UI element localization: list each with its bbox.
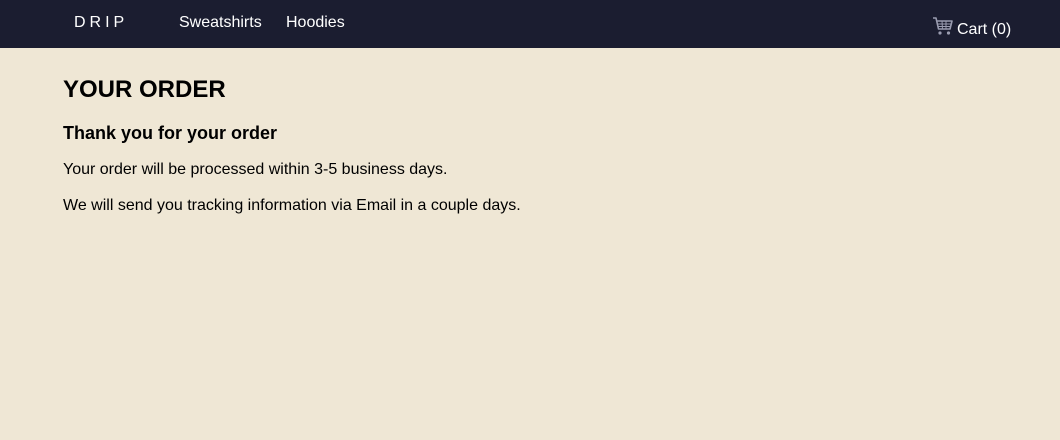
brand-logo-link[interactable]: DRIP: [74, 14, 128, 32]
thank-you-heading: Thank you for your order: [63, 123, 278, 143]
cart-link[interactable]: Cart (0): [932, 16, 1012, 38]
top-navbar: DRIP Sweatshirts Hoodies Cart (0): [0, 0, 1060, 48]
processing-info-text: Your order will be processed within 3-5 …: [63, 161, 448, 178]
page-title: YOUR ORDER: [63, 76, 226, 103]
cart-label: Cart (0): [957, 21, 1012, 38]
shopping-cart-icon: [932, 16, 954, 36]
nav-link-sweatshirts[interactable]: Sweatshirts: [179, 14, 262, 32]
nav-link-hoodies[interactable]: Hoodies: [286, 14, 345, 32]
tracking-info-text: We will send you tracking information vi…: [63, 197, 521, 214]
